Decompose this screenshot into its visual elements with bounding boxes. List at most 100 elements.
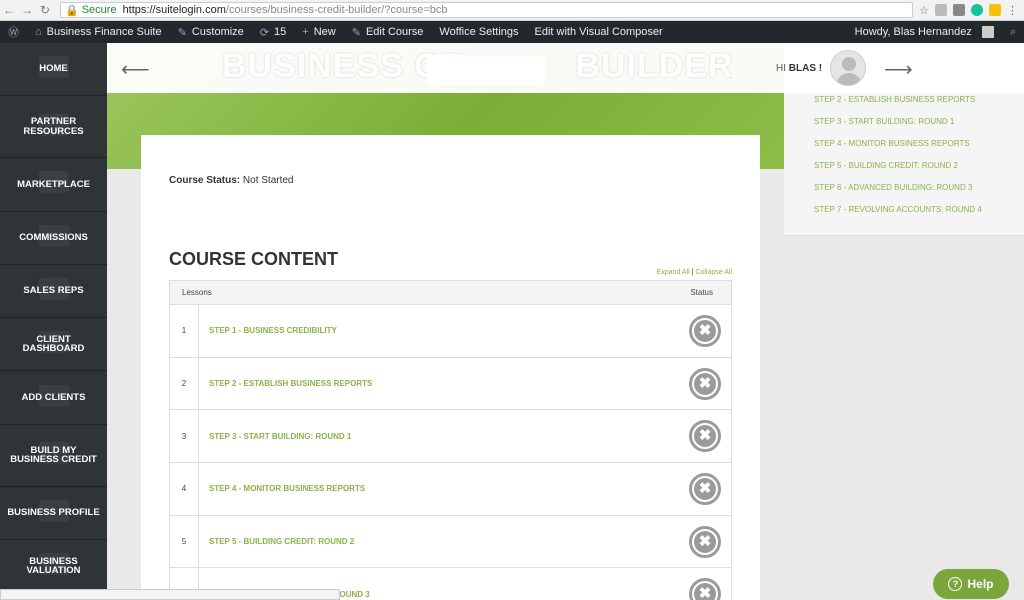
- lesson-number: 3: [170, 410, 199, 463]
- greeting-prefix: HI: [776, 62, 786, 74]
- lesson-number: 5: [170, 515, 199, 568]
- browser-toolbar: ← → ↻ 🔒 Secure https://suitelogin.com /c…: [0, 0, 1024, 21]
- sidebar-item-marketplace[interactable]: MARKETPLACE: [0, 158, 107, 212]
- menu-icon[interactable]: ⋮: [1007, 4, 1018, 17]
- lesson-link[interactable]: STEP 2 - ESTABLISH BUSINESS REPORTS: [199, 379, 372, 388]
- not-started-status-icon: ✖: [689, 420, 721, 453]
- previous-arrow-icon[interactable]: ⟵: [121, 57, 150, 82]
- course-status-label: Course Status:: [169, 175, 241, 186]
- step-link[interactable]: STEP 2 - ESTABLISH BUSINESS REPORTS: [814, 95, 975, 104]
- sidebar-item-home[interactable]: HOME: [0, 43, 107, 97]
- search-icon[interactable]: ⌕: [1002, 26, 1024, 39]
- not-started-status-icon: ✖: [689, 525, 721, 558]
- table-row: 4 STEP 4 - MONITOR BUSINESS REPORTS ✖: [170, 463, 731, 516]
- updates-link[interactable]: ⟳ 15: [252, 26, 294, 39]
- back-icon[interactable]: ←: [0, 3, 18, 17]
- table-row: 3 STEP 3 - START BUILDING: ROUND 1 ✖: [170, 410, 731, 464]
- user-avatar-icon: [981, 26, 994, 38]
- customize-link[interactable]: ✎ Customize: [170, 26, 252, 39]
- url-host: https://suitelogin.com: [122, 4, 226, 16]
- sidebar-item-sales-reps[interactable]: SALES REPS: [0, 265, 107, 319]
- table-row: 5 STEP 5 - BUILDING CREDIT: ROUND 2 ✖: [170, 515, 731, 569]
- pencil-icon: ✎: [351, 26, 361, 39]
- site-name-link[interactable]: ⌂ Business Finance Suite: [27, 26, 170, 38]
- column-header-lessons: Lessons: [182, 288, 212, 297]
- forward-icon[interactable]: →: [18, 3, 36, 17]
- question-icon: ?: [948, 577, 963, 591]
- edit-course-link[interactable]: ✎ Edit Course: [344, 26, 432, 39]
- collapse-all-link[interactable]: Collapse All: [695, 269, 732, 276]
- sidebar-nav: HOME PARTNER RESOURCES MARKETPLACE COMMI…: [0, 43, 107, 600]
- lesson-link[interactable]: STEP 5 - BUILDING CREDIT: ROUND 2: [199, 537, 354, 546]
- lesson-number: 1: [170, 305, 199, 357]
- next-arrow-icon[interactable]: ⟶: [884, 57, 913, 82]
- sidebar-item-commissions[interactable]: COMMISSIONS: [0, 212, 107, 265]
- course-content-title: COURSE CONTENT: [169, 249, 339, 269]
- dashboard-icon: ⌂: [35, 26, 42, 38]
- course-status-value: Not Started: [242, 175, 294, 186]
- visual-composer-link[interactable]: Edit with Visual Composer: [527, 26, 671, 38]
- wordpress-logo-icon[interactable]: Ⓦ: [0, 24, 27, 40]
- plus-icon: +: [302, 26, 309, 38]
- lesson-number: 4: [170, 463, 199, 515]
- sidebar-item-label: ADD CLIENTS: [21, 391, 86, 403]
- bookmark-star-icon[interactable]: ☆: [919, 4, 929, 17]
- avatar[interactable]: [830, 50, 867, 86]
- sidebar-item-label: BUSINESS VALUATION: [26, 555, 81, 577]
- title-redaction: [427, 55, 545, 85]
- user-name: BLAS !: [788, 62, 823, 74]
- lesson-link[interactable]: STEP 3 - START BUILDING: ROUND 1: [199, 432, 351, 441]
- step-link[interactable]: STEP 4 - MONITOR BUSINESS REPORTS: [814, 139, 970, 148]
- sidebar-item-business-profile[interactable]: BUSINESS PROFILE: [0, 487, 107, 541]
- lock-icon: 🔒: [65, 4, 79, 17]
- reload-icon[interactable]: ↻: [36, 3, 54, 17]
- sidebar-item-label: PARTNER RESOURCES: [23, 116, 84, 137]
- new-label: New: [313, 26, 336, 38]
- separator: |: [691, 269, 694, 276]
- sidebar-item-label: COMMISSIONS: [19, 231, 88, 243]
- extension-icon[interactable]: [989, 4, 1001, 16]
- lessons-table: Lessons Status 1 STEP 1 - BUSINESS CREDI…: [169, 280, 732, 600]
- help-button[interactable]: ? Help: [933, 569, 1009, 599]
- customize-label: Customize: [191, 26, 244, 38]
- extension-icon[interactable]: [935, 4, 947, 16]
- greeting: HI BLAS !: [776, 63, 822, 74]
- new-link[interactable]: + New: [294, 26, 343, 38]
- address-bar[interactable]: 🔒 Secure https://suitelogin.com /courses…: [60, 2, 914, 18]
- howdy-label: Howdy, Blas Hernandez: [854, 26, 972, 38]
- edit-course-label: Edit Course: [365, 26, 424, 38]
- wp-admin-bar: Ⓦ ⌂ Business Finance Suite ✎ Customize ⟳ 15…: [0, 21, 1024, 43]
- step-link[interactable]: STEP 7 - REVOLVING ACCOUNTS: ROUND 4: [814, 205, 982, 214]
- sidebar-item-client-dashboard[interactable]: CLIENT DASHBOARD: [0, 318, 107, 372]
- step-link[interactable]: STEP 6 - ADVANCED BUILDING: ROUND 3: [814, 183, 972, 192]
- lesson-number: 2: [170, 357, 199, 410]
- extension-icon[interactable]: [953, 4, 965, 16]
- table-row: 1 STEP 1 - BUSINESS CREDIBILITY ✖: [170, 305, 731, 358]
- expand-all-link[interactable]: Expand All: [657, 269, 690, 276]
- sidebar-item-label: CLIENT DASHBOARD: [22, 333, 85, 355]
- lesson-link[interactable]: STEP 1 - BUSINESS CREDIBILITY: [199, 326, 337, 335]
- site-name: Business Finance Suite: [46, 26, 162, 38]
- brush-icon: ✎: [177, 26, 187, 39]
- lessons-table-header: Lessons Status: [170, 281, 731, 305]
- column-header-status: Status: [690, 288, 713, 297]
- step-link[interactable]: STEP 3 - START BUILDING: ROUND 1: [814, 117, 954, 126]
- table-row: 2 STEP 2 - ESTABLISH BUSINESS REPORTS ✖: [170, 357, 731, 411]
- expand-collapse-links: Expand All | Collapse All: [657, 269, 732, 276]
- woffice-settings-link[interactable]: Woffice Settings: [431, 26, 526, 38]
- sidebar-item-build-my-business-credit[interactable]: BUILD MY BUSINESS CREDIT: [0, 425, 107, 487]
- visual-composer-label: Edit with Visual Composer: [534, 26, 663, 38]
- updates-count: 15: [274, 26, 287, 38]
- browser-status-bar: [0, 589, 340, 600]
- sidebar-item-add-clients[interactable]: ADD CLIENTS: [0, 371, 107, 425]
- step-link[interactable]: STEP 5 - BUILDING CREDIT: ROUND 2: [814, 161, 958, 170]
- sidebar-item-label: BUILD MY BUSINESS CREDIT: [10, 444, 97, 466]
- lesson-link[interactable]: STEP 4 - MONITOR BUSINESS REPORTS: [199, 484, 365, 493]
- sidebar-item-label: HOME: [39, 63, 68, 75]
- howdy-link[interactable]: Howdy, Blas Hernandez: [847, 26, 1002, 38]
- sidebar-item-partner-resources[interactable]: PARTNER RESOURCES: [0, 96, 107, 159]
- grammarly-icon[interactable]: [971, 4, 983, 16]
- sidebar-item-business-valuation[interactable]: BUSINESS VALUATION: [0, 540, 107, 594]
- not-started-status-icon: ✖: [689, 472, 721, 505]
- course-card: Course Status: Not Started COURSE CONTEN…: [141, 135, 760, 600]
